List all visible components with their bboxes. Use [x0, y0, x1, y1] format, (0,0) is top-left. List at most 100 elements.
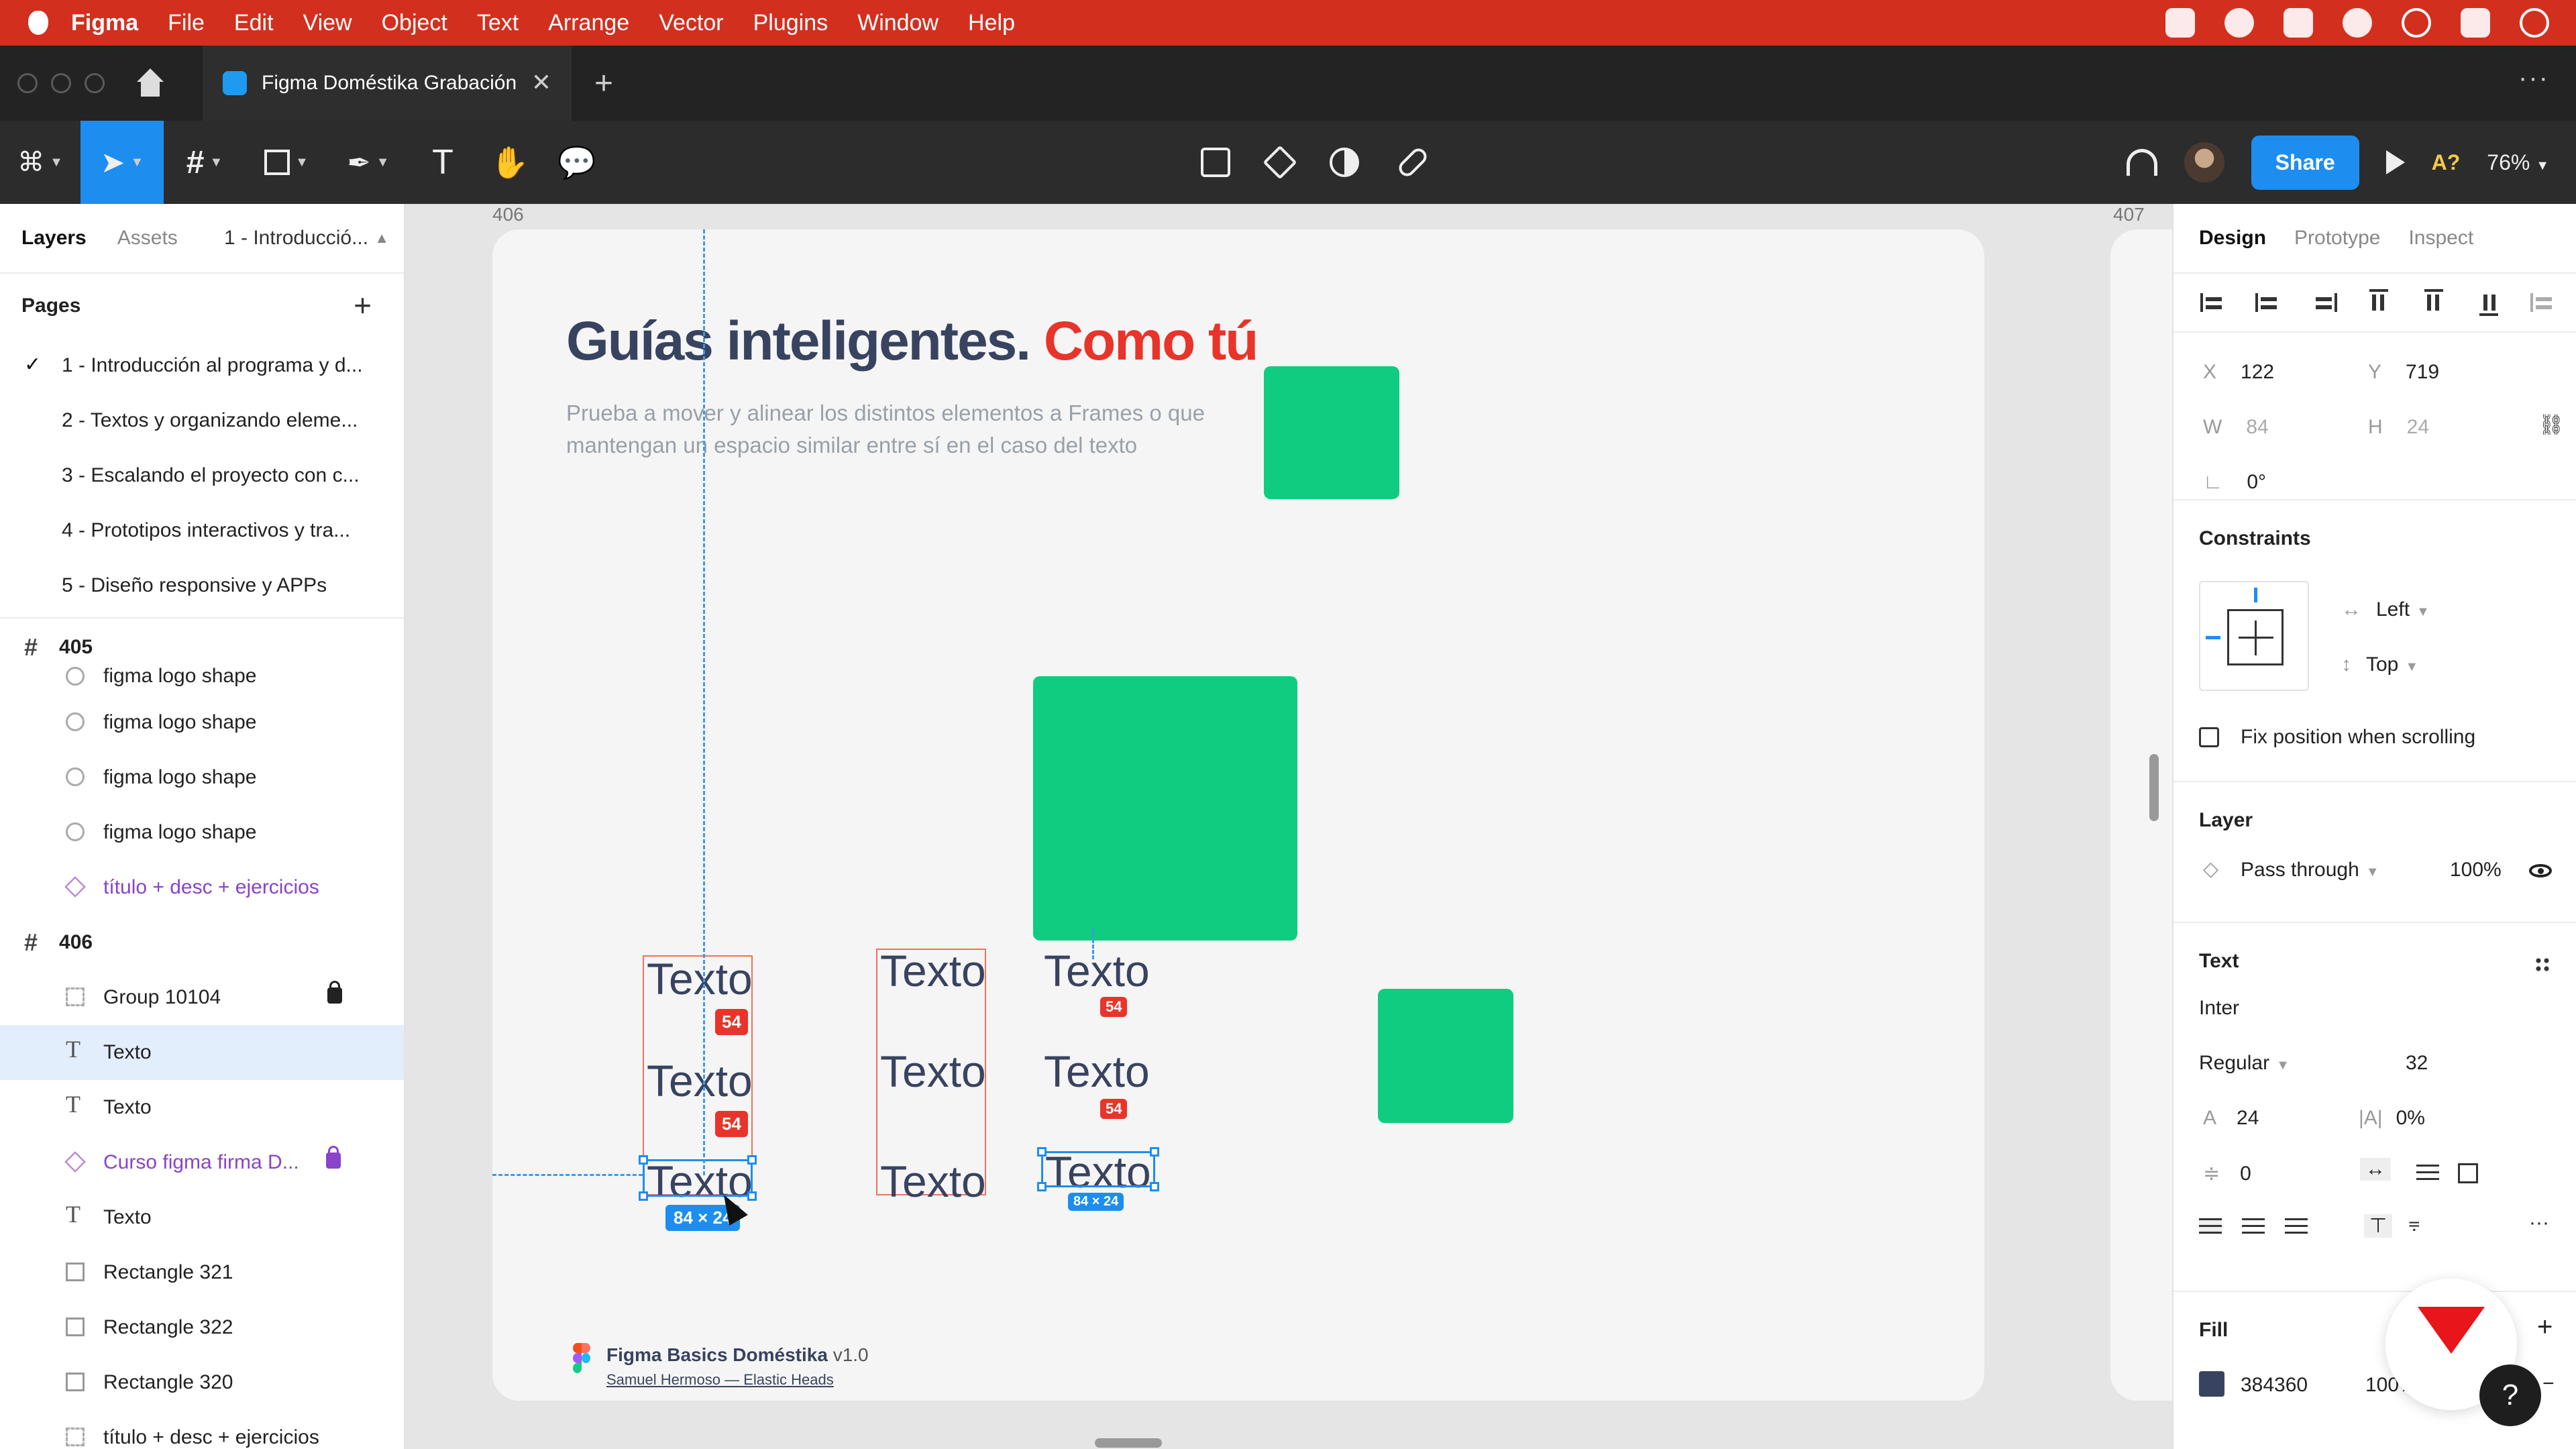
layer-item-selected[interactable]: T Texto: [0, 1025, 404, 1080]
fix-position-checkbox[interactable]: [2199, 727, 2219, 747]
paragraph-spacing-field[interactable]: ≑ 0: [2203, 1162, 2251, 1185]
align-middle-vertical-icon[interactable]: [2420, 289, 2447, 316]
auto-height-icon[interactable]: [2416, 1165, 2439, 1181]
page-item[interactable]: 3 - Escalando el proyecto con c...: [0, 448, 404, 503]
align-text-top-icon[interactable]: ⊤: [2364, 1214, 2393, 1238]
text-layer[interactable]: Texto: [880, 1049, 986, 1093]
rectangle-321[interactable]: [1264, 366, 1399, 499]
layer-item[interactable]: T Texto: [0, 1190, 404, 1245]
more-text-options-icon[interactable]: ···: [2529, 1212, 2549, 1234]
distribute-icon[interactable]: [2530, 289, 2557, 316]
text-layer[interactable]: Texto: [647, 1059, 753, 1103]
clock-icon[interactable]: [2520, 8, 2549, 38]
layer-item[interactable]: Rectangle 322: [0, 1300, 404, 1355]
layer-item[interactable]: Group 10104: [0, 970, 404, 1025]
height-field[interactable]: H 24: [2368, 416, 2429, 439]
link-icon[interactable]: [1395, 145, 1430, 180]
accessibility-button[interactable]: A?: [2432, 150, 2461, 175]
letter-spacing-field[interactable]: |A| 0%: [2359, 1107, 2425, 1130]
page-item[interactable]: 5 - Diseño responsive y APPs: [0, 558, 404, 613]
layer-item[interactable]: título + desc + ejercicios: [0, 860, 404, 915]
page-selector[interactable]: 1 - Introducció...: [224, 227, 368, 250]
text-layer[interactable]: Texto: [880, 1159, 986, 1203]
flower-icon[interactable]: [2343, 8, 2372, 38]
rectangle-322[interactable]: [1033, 676, 1297, 941]
blend-mode-dropdown[interactable]: Pass through ▼: [2241, 859, 2379, 881]
line-height-field[interactable]: A 24: [2203, 1107, 2259, 1130]
auto-width-icon[interactable]: ↔: [2360, 1158, 2391, 1181]
menu-vector[interactable]: Vector: [659, 10, 723, 36]
page-item[interactable]: 4 - Prototipos interactivos y tra...: [0, 503, 404, 558]
footer-title[interactable]: Figma Basics Doméstika v1.0: [606, 1344, 869, 1366]
visibility-eye-icon[interactable]: [2529, 864, 2552, 877]
apple-icon[interactable]: [28, 11, 48, 35]
width-field[interactable]: W 84: [2203, 416, 2269, 439]
align-text-middle-icon[interactable]: ⩦: [2408, 1212, 2420, 1234]
tab-design[interactable]: Design: [2199, 227, 2266, 250]
rectangle-320[interactable]: [1378, 989, 1513, 1123]
selection-box[interactable]: [639, 1155, 757, 1201]
text-tool[interactable]: T: [409, 121, 476, 204]
search-icon[interactable]: [2402, 8, 2431, 38]
chevron-up-icon[interactable]: ▲: [374, 229, 389, 247]
rotation-field[interactable]: ∟ 0°: [2203, 471, 2266, 494]
align-left-icon[interactable]: [2200, 289, 2227, 316]
tab-inspect[interactable]: Inspect: [2408, 227, 2473, 250]
resize-handle[interactable]: [747, 1191, 757, 1201]
constraint-center[interactable]: [2227, 609, 2284, 665]
avatar[interactable]: [2184, 142, 2224, 182]
remove-fill-icon[interactable]: −: [2542, 1373, 2555, 1395]
text-settings-icon[interactable]: [2534, 957, 2551, 973]
vertical-constraint-dropdown[interactable]: ↕ Top ▼: [2341, 653, 2418, 676]
text-layer[interactable]: Texto: [1044, 949, 1150, 993]
fixed-size-icon[interactable]: [2458, 1163, 2478, 1183]
frame-label-407[interactable]: 407: [2113, 204, 2145, 225]
move-tool[interactable]: ➤ ▼: [80, 121, 164, 204]
resize-handle[interactable]: [747, 1155, 757, 1165]
control-center-icon[interactable]: [2461, 8, 2490, 38]
resize-handle[interactable]: [639, 1155, 648, 1165]
more-icon[interactable]: ···: [2518, 63, 2549, 93]
resize-handle[interactable]: [639, 1191, 648, 1201]
align-text-center-icon[interactable]: [2242, 1218, 2265, 1234]
resize-handle[interactable]: [1150, 1147, 1159, 1157]
chart-icon[interactable]: [2224, 8, 2254, 38]
layer-item[interactable]: figma logo shape: [0, 695, 404, 750]
tab-file[interactable]: Figma Doméstika Grabación ✕: [203, 46, 572, 121]
home-icon[interactable]: [134, 68, 166, 98]
align-right-icon[interactable]: [2310, 289, 2337, 316]
maximize-window-button[interactable]: [85, 73, 105, 93]
hand-tool[interactable]: ✋: [476, 121, 543, 204]
audio-headset-icon[interactable]: [2126, 149, 2157, 176]
menu-window[interactable]: Window: [857, 10, 938, 36]
plus-cross-icon[interactable]: [2284, 8, 2313, 38]
layer-item[interactable]: Curso figma firma D...: [0, 1135, 404, 1190]
layer-item[interactable]: título + desc + ejercicios: [0, 1410, 404, 1449]
lock-icon[interactable]: [326, 1146, 341, 1169]
present-play-icon[interactable]: [2385, 150, 2405, 174]
text-layer[interactable]: Texto: [647, 957, 753, 1001]
description-text[interactable]: Prueba a mover y alinear los distintos e…: [566, 397, 1237, 462]
font-size-field[interactable]: 32: [2406, 1052, 2428, 1075]
align-center-horizontal-icon[interactable]: [2255, 289, 2282, 316]
frame-406[interactable]: Guías inteligentes. Como tú Prueba a mov…: [492, 229, 1984, 1401]
vertical-scrollbar[interactable]: [2149, 754, 2159, 821]
constrain-proportions-icon[interactable]: ⛓: [2538, 413, 2564, 437]
align-bottom-icon[interactable]: [2475, 289, 2502, 316]
layer-opacity[interactable]: 100%: [2450, 859, 2502, 881]
fill-color-swatch[interactable]: [2199, 1371, 2224, 1397]
layer-item[interactable]: figma logo shape: [0, 750, 404, 805]
horizontal-constraint-dropdown[interactable]: ↔ Left ▼: [2341, 598, 2430, 621]
font-weight-dropdown[interactable]: Regular ▼: [2199, 1052, 2290, 1075]
frame-label-406[interactable]: 406: [492, 204, 524, 225]
menu-file[interactable]: File: [168, 10, 205, 36]
menu-text[interactable]: Text: [477, 10, 519, 36]
constraint-top-bar[interactable]: [2254, 588, 2257, 602]
tab-prototype[interactable]: Prototype: [2294, 227, 2380, 250]
resize-handle[interactable]: [1150, 1182, 1159, 1191]
add-fill-icon[interactable]: +: [2537, 1312, 2553, 1342]
layer-item[interactable]: figma logo shape: [0, 657, 404, 695]
menu-help[interactable]: Help: [968, 10, 1015, 36]
menu-arrange[interactable]: Arrange: [548, 10, 629, 36]
close-window-button[interactable]: [17, 73, 38, 93]
